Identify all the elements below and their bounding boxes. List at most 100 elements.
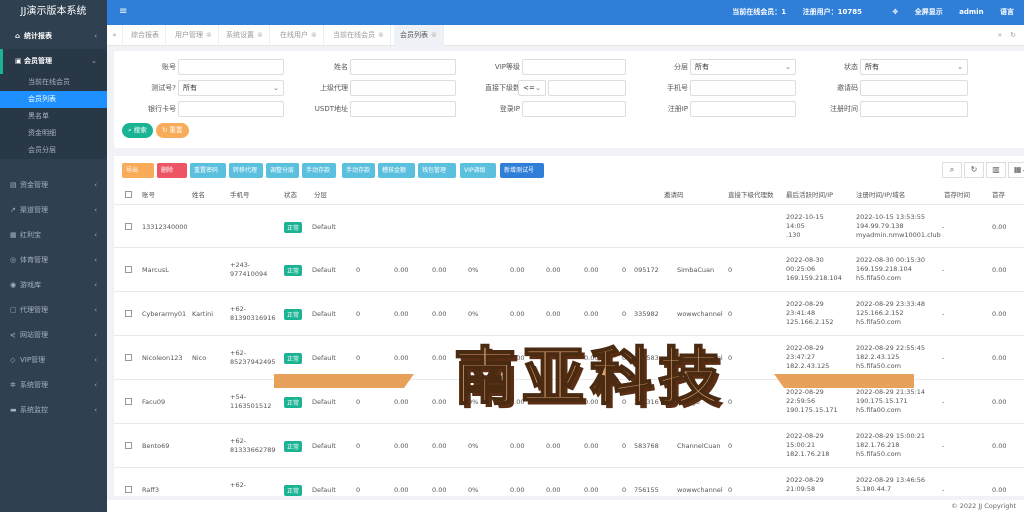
- toolbar-button[interactable]: 钱包管理: [418, 163, 456, 178]
- row-checkbox[interactable]: [125, 223, 132, 230]
- toolbar-button[interactable]: 调整分层: [266, 163, 299, 178]
- tab-scroll-left-icon[interactable]: «: [107, 25, 123, 46]
- column-header[interactable]: 注册时间/IP/域名: [856, 185, 905, 205]
- account-cell[interactable]: Facu09: [142, 398, 165, 407]
- toolbar-button[interactable]: 稽核金额: [378, 163, 415, 178]
- toolbar-button[interactable]: 手动存款: [302, 163, 336, 178]
- row-checkbox[interactable]: [125, 442, 132, 449]
- row-checkbox[interactable]: [125, 310, 132, 317]
- tab-overview[interactable]: 综合报表: [125, 25, 166, 46]
- bank-card-input[interactable]: [178, 101, 284, 117]
- toolbar-button[interactable]: 新增测试号: [500, 163, 544, 178]
- column-header[interactable]: 直接下级代理数: [728, 185, 774, 205]
- usdt-input[interactable]: [350, 101, 456, 117]
- sidebar-item-channels[interactable]: ↗ 渠道管理 ‹: [0, 198, 107, 223]
- row-checkbox[interactable]: [125, 266, 132, 273]
- toolbar-button[interactable]: 转移代理: [229, 163, 263, 178]
- language-menu[interactable]: 语言: [1000, 8, 1014, 16]
- sidebar-subitem-layers[interactable]: 会员分层: [0, 142, 107, 159]
- sidebar-item-vip[interactable]: ◇ VIP管理 ‹: [0, 348, 107, 373]
- sidebar-item-stats[interactable]: ⌂ 统计报表 ‹: [0, 24, 107, 49]
- sidebar-item-monitor[interactable]: ▬ 系统监控 ‹: [0, 398, 107, 423]
- menu-toggle-icon[interactable]: ≡: [119, 6, 127, 17]
- sidebar-subitem-funds[interactable]: 资金明细: [0, 125, 107, 142]
- column-header[interactable]: 手机号: [230, 185, 250, 205]
- phone-input[interactable]: [690, 80, 796, 96]
- chevron-down-icon: ⌄: [273, 84, 279, 92]
- sidebar-item-system[interactable]: ✲ 系统管理 ‹: [0, 373, 107, 398]
- tab-online-users[interactable]: 在线用户 ⊗: [274, 25, 324, 46]
- row-checkbox[interactable]: [125, 354, 132, 361]
- sidebar-item-website[interactable]: ⋞ 网站管理 ‹: [0, 323, 107, 348]
- table-row: Bento69 +62- 81333662789 正常 Default 0 0.00 0.0…: [114, 424, 1024, 468]
- column-header[interactable]: 分层: [314, 185, 327, 205]
- sidebar-item-bonus[interactable]: ▦ 红利宝 ‹: [0, 223, 107, 248]
- status-select[interactable]: 所有 ⌄: [860, 59, 968, 75]
- subordinates-input[interactable]: [548, 80, 626, 96]
- account-cell[interactable]: MarcusL: [142, 266, 169, 275]
- login-ip-input[interactable]: [522, 101, 626, 117]
- reg-time-input[interactable]: [860, 101, 968, 117]
- sidebar-subitem-member-list[interactable]: 会员列表: [0, 91, 107, 108]
- sidebar-item-members[interactable]: ▣ 会员管理 ⌄: [0, 49, 107, 74]
- toolbar-button[interactable]: 重置密码: [190, 163, 226, 178]
- test-select[interactable]: 所有 ⌄: [178, 80, 284, 96]
- column-header[interactable]: 状态: [284, 185, 297, 205]
- sidebar-subitem-online[interactable]: 当前在线会员: [0, 74, 107, 91]
- sidebar-item-sports[interactable]: ◎ 体育管理 ‹: [0, 248, 107, 273]
- invite-input[interactable]: [860, 80, 968, 96]
- column-header[interactable]: 首存: [992, 185, 1005, 205]
- tab-online-members[interactable]: 当前在线会员 ⊗: [327, 25, 391, 46]
- sidebar-item-games[interactable]: ◉ 游戏库 ‹: [0, 273, 107, 298]
- grid-icon[interactable]: ▦⌄: [1008, 162, 1024, 178]
- table-header: 账号 姓名 手机号 状态 分层 邀请码 直接下级代理数 最后活跃时间/IP 注册时间/IP/域名…: [114, 185, 1024, 205]
- refresh-icon[interactable]: ↻: [964, 162, 984, 178]
- close-icon[interactable]: ⊗: [206, 31, 212, 39]
- tab-settings[interactable]: 系统设置 ⊗: [220, 25, 270, 46]
- account-cell[interactable]: Raff3: [142, 486, 159, 495]
- user-menu[interactable]: admin: [959, 8, 983, 16]
- account-input[interactable]: [178, 59, 284, 75]
- reset-button[interactable]: ↻ 重置: [156, 123, 189, 138]
- label-reg-ip: 注册IP: [667, 105, 688, 113]
- row-checkbox[interactable]: [125, 486, 132, 493]
- operator-select[interactable]: <= ⌄: [518, 80, 546, 96]
- reg-ip-input[interactable]: [690, 101, 796, 117]
- label-test: 测试号?: [151, 84, 176, 92]
- account-cell[interactable]: Bento69: [142, 442, 169, 451]
- toolbar-button[interactable]: 手动存款: [342, 163, 375, 178]
- name-input[interactable]: [350, 59, 456, 75]
- close-icon[interactable]: ⊗: [311, 31, 317, 39]
- column-header[interactable]: 邀请码: [664, 185, 684, 205]
- column-header[interactable]: 姓名: [192, 185, 205, 205]
- sidebar-item-agents[interactable]: ▢ 代理管理 ‹: [0, 298, 107, 323]
- columns-icon[interactable]: ▥: [986, 162, 1006, 178]
- column-header[interactable]: 账号: [142, 185, 155, 205]
- fullscreen-button[interactable]: ✥ 全屏显示: [878, 8, 942, 16]
- sidebar-subitem-blacklist[interactable]: 黑名单: [0, 108, 107, 125]
- column-header[interactable]: 首存时间: [944, 185, 970, 205]
- search-button[interactable]: ⌕ 搜索: [122, 123, 153, 138]
- select-all-checkbox[interactable]: [125, 191, 132, 198]
- vip-input[interactable]: [522, 59, 626, 75]
- layer-cell: Default: [312, 310, 336, 318]
- account-cell[interactable]: Nicoleon123: [142, 354, 183, 363]
- layer-select[interactable]: 所有 ⌄: [690, 59, 796, 75]
- toolbar-button[interactable]: VIP调级: [460, 163, 496, 178]
- tab-users[interactable]: 用户管理 ⊗: [169, 25, 219, 46]
- sidebar-item-funds[interactable]: ▤ 资金管理 ‹: [0, 173, 107, 198]
- column-header[interactable]: 最后活跃时间/IP: [786, 185, 833, 205]
- close-icon[interactable]: ⊗: [431, 31, 437, 39]
- toolbar-button[interactable]: 删除: [157, 163, 187, 178]
- refresh-icon[interactable]: ↻: [1010, 25, 1016, 46]
- account-cell[interactable]: 13312340000: [142, 223, 188, 232]
- close-icon[interactable]: ⊗: [378, 31, 384, 39]
- parent-agent-input[interactable]: [350, 80, 456, 96]
- row-checkbox[interactable]: [125, 398, 132, 405]
- account-cell[interactable]: Cyberarmy01: [142, 310, 186, 319]
- toolbar-button[interactable]: 导出: [122, 163, 154, 178]
- close-icon[interactable]: ⊗: [257, 31, 263, 39]
- tab-scroll-right-icon[interactable]: »: [998, 25, 1002, 46]
- search-icon[interactable]: ⌕: [942, 162, 962, 178]
- tab-member-list[interactable]: 会员列表 ⊗: [394, 25, 444, 46]
